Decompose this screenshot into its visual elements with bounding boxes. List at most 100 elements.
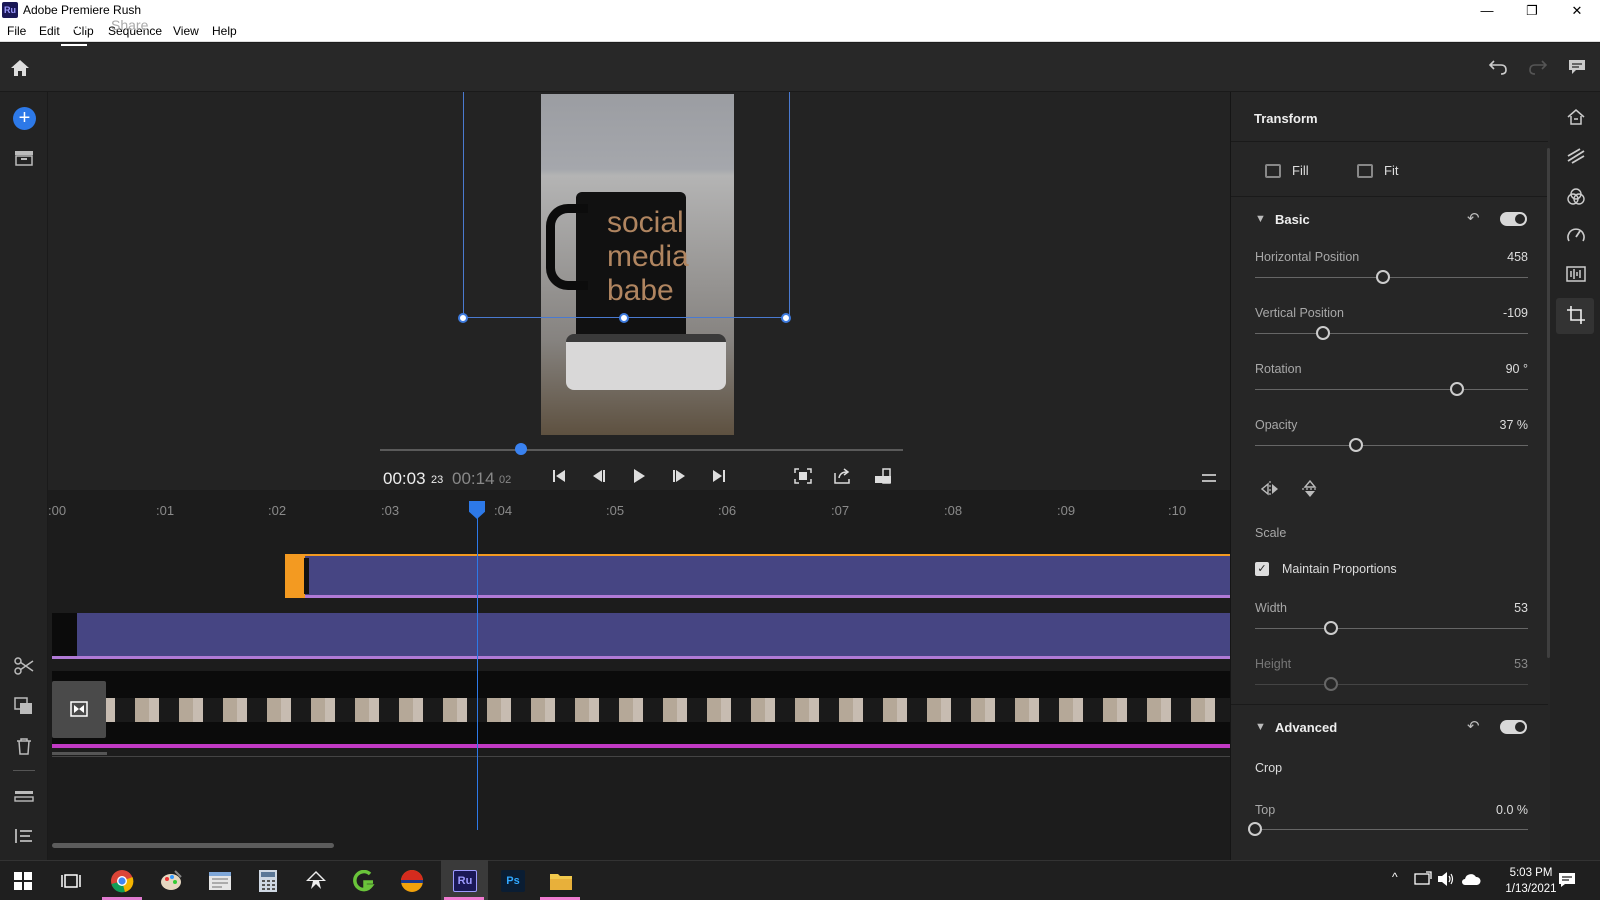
close-button[interactable]: ✕ (1554, 0, 1600, 22)
flip-horizontal-icon[interactable] (1260, 480, 1279, 501)
notifications-icon[interactable] (1558, 872, 1576, 891)
basic-toggle[interactable] (1500, 212, 1527, 226)
export-frame-icon[interactable] (832, 468, 854, 488)
audio-icon[interactable] (1565, 265, 1587, 287)
windows-start-icon[interactable] (8, 866, 38, 896)
redo-icon[interactable] (1528, 59, 1548, 78)
reset-icon[interactable]: ↶ (1467, 717, 1480, 735)
clip-thumbnail (52, 613, 77, 656)
scrub-bar[interactable] (380, 449, 903, 451)
height-value: 53 (1514, 657, 1528, 671)
ruler-tick: :03 (381, 503, 400, 518)
opacity-slider[interactable] (1255, 445, 1528, 446)
flip-vertical-icon[interactable] (1301, 479, 1319, 501)
fit-frame-icon[interactable] (792, 468, 814, 488)
project-assets-icon[interactable] (14, 150, 34, 169)
task-view-icon[interactable] (56, 866, 86, 896)
play-icon[interactable] (628, 468, 650, 488)
basic-section-title[interactable]: Basic (1275, 212, 1310, 227)
skip-to-end-icon[interactable] (708, 468, 730, 488)
vpn-icon[interactable] (397, 866, 427, 896)
audio-waveform-bar (52, 744, 1232, 748)
undo-icon[interactable] (1488, 59, 1508, 78)
resize-handle-bottom-left[interactable] (458, 313, 468, 323)
track-scroll[interactable] (52, 752, 107, 755)
fill-button[interactable]: Fill (1292, 163, 1309, 178)
vertical-position-slider[interactable] (1255, 333, 1528, 334)
opacity-label: Opacity (1255, 418, 1298, 432)
panel-title: Transform (1254, 111, 1318, 126)
file-manager-icon[interactable] (205, 866, 235, 896)
taskbar (0, 860, 1600, 900)
width-slider[interactable] (1255, 628, 1528, 629)
paint-icon[interactable] (156, 866, 186, 896)
fit-button[interactable]: Fit (1384, 163, 1398, 178)
height-label: Height (1255, 657, 1292, 671)
home-icon[interactable] (9, 58, 31, 78)
timeline-list-icon[interactable] (14, 828, 34, 847)
crop-transform-icon[interactable] (1565, 305, 1587, 327)
file-explorer-icon[interactable] (546, 866, 576, 896)
clip-transition-icon[interactable] (52, 681, 106, 738)
add-media-button[interactable]: + (13, 107, 36, 130)
reset-icon[interactable]: ↶ (1467, 209, 1480, 227)
calculator-icon[interactable] (253, 866, 283, 896)
color-icon[interactable] (1565, 187, 1587, 209)
step-forward-icon[interactable] (668, 468, 690, 488)
network-icon[interactable] (1414, 871, 1432, 890)
track-divider (52, 756, 1232, 757)
crop-top-knob[interactable] (1248, 822, 1262, 836)
aspect-ratio-icon[interactable] (872, 468, 894, 488)
step-back-icon[interactable] (588, 468, 610, 488)
video-filmstrip (105, 698, 1232, 722)
photoshop-taskbar-icon[interactable]: Ps (498, 866, 528, 896)
chevron-down-icon[interactable]: ▼ (1255, 721, 1266, 733)
title-clip[interactable] (285, 554, 1232, 598)
chevron-up-icon[interactable]: ^ (1392, 870, 1398, 884)
advanced-toggle[interactable] (1500, 720, 1527, 734)
opacity-value[interactable]: 37 % (1460, 418, 1529, 432)
inkscape-icon[interactable] (301, 866, 331, 896)
chevron-down-icon[interactable]: ▼ (1255, 213, 1266, 225)
horizontal-position-value[interactable]: 458 (1460, 250, 1528, 264)
chrome-icon[interactable] (107, 866, 137, 896)
skip-to-start-icon[interactable] (548, 468, 570, 488)
horizontal-position-slider[interactable] (1255, 277, 1528, 278)
titles-icon[interactable] (1565, 108, 1587, 130)
ruler-tick: :02 (268, 503, 287, 518)
clip-trim-handle[interactable] (285, 554, 305, 598)
comments-icon[interactable] (1567, 58, 1587, 79)
premiere-rush-taskbar-icon[interactable]: Ru (450, 866, 480, 896)
overlay-clip[interactable] (52, 613, 1232, 659)
advanced-section-title[interactable]: Advanced (1275, 720, 1337, 735)
fill-icon (1265, 164, 1281, 178)
onedrive-cloud-icon[interactable] (1461, 872, 1481, 889)
photoshop-app-label: Ps (501, 870, 525, 892)
greenshot-icon[interactable] (349, 866, 379, 896)
volume-icon[interactable] (1437, 871, 1455, 890)
opacity-knob[interactable] (1349, 438, 1363, 452)
selection-bounding-box[interactable] (463, 92, 790, 318)
crop-top-slider[interactable] (1255, 829, 1528, 830)
width-value[interactable]: 53 (1460, 601, 1528, 615)
maintain-proportions-checkbox[interactable]: ✓ (1255, 562, 1269, 576)
ruler-tick: :08 (944, 503, 963, 518)
rotation-label: Rotation (1255, 362, 1302, 376)
crop-top-value[interactable]: 0.0 % (1460, 803, 1528, 817)
vertical-position-value[interactable]: -109 (1460, 306, 1528, 320)
speed-icon[interactable] (1565, 226, 1587, 248)
rotation-knob[interactable] (1450, 382, 1465, 396)
delete-trash-icon[interactable] (15, 737, 33, 758)
current-frame: 23 (431, 474, 444, 486)
timeline-horizontal-scrollbar[interactable] (52, 843, 334, 848)
duplicate-icon[interactable] (14, 697, 34, 718)
timeline-options-icon[interactable] (1201, 471, 1217, 486)
rotation-value[interactable]: 90 ° (1460, 362, 1528, 376)
resize-handle-bottom-right[interactable] (781, 313, 791, 323)
transitions-icon[interactable] (1565, 147, 1587, 169)
track-controls-icon[interactable] (14, 789, 34, 806)
split-scissors-icon[interactable] (13, 657, 35, 678)
maintain-proportions-label[interactable]: Maintain Proportions (1282, 562, 1397, 576)
rotation-slider[interactable] (1255, 389, 1528, 390)
resize-handle-bottom-center[interactable] (619, 313, 629, 323)
